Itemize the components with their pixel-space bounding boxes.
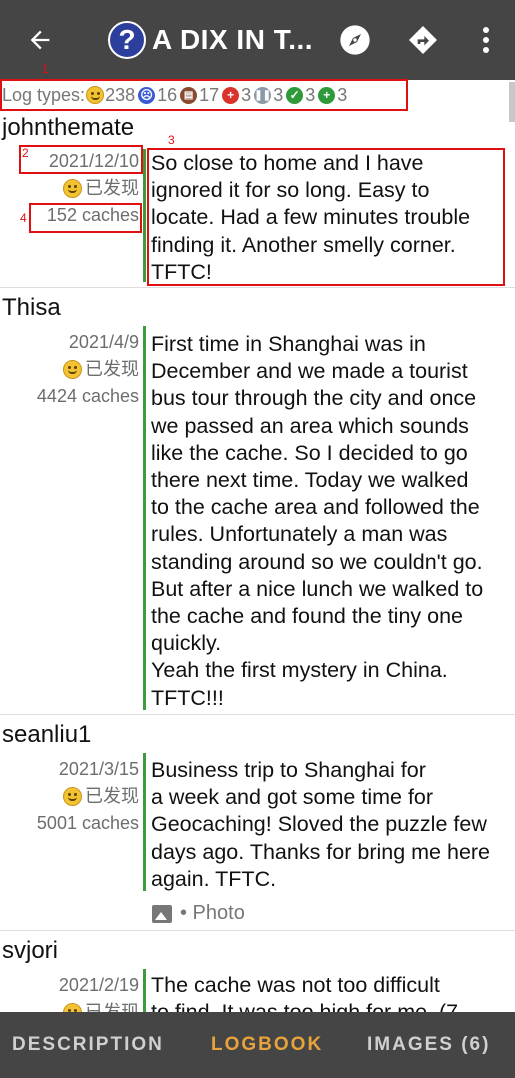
compass-button[interactable] <box>321 0 389 80</box>
found-smiley-icon <box>63 787 82 806</box>
back-button[interactable] <box>0 0 80 80</box>
compass-icon <box>340 25 370 55</box>
mystery-cache-icon: ? <box>108 21 146 59</box>
log-date: 2021/4/9 <box>68 332 139 352</box>
annotation-box-1 <box>0 79 408 111</box>
image-icon <box>152 904 172 923</box>
annotation-number: 3 <box>168 133 175 147</box>
more-options-button[interactable] <box>457 0 515 80</box>
log-text: First time in Shanghai was in December a… <box>151 332 484 710</box>
log-author[interactable]: svjori <box>2 937 58 965</box>
annotation-box-3 <box>147 148 505 286</box>
log-type-bar <box>143 326 146 710</box>
log-type-bar <box>143 753 146 891</box>
finder-cache-count: 4424 caches <box>36 386 139 406</box>
found-smiley-icon <box>63 179 82 198</box>
log-entry[interactable]: seanliu1 2021/3/15 已发现 5001 caches Busin… <box>0 715 515 931</box>
annotation-box-2 <box>19 145 143 174</box>
found-smiley-icon <box>63 360 82 379</box>
log-date: 2021/2/19 <box>58 975 139 995</box>
log-entry[interactable]: Thisa 2021/4/9 已发现 4424 caches First tim… <box>0 288 515 715</box>
annotation-number: 2 <box>22 146 29 160</box>
appbar-actions <box>321 0 515 80</box>
navigate-icon <box>409 26 437 54</box>
log-date: 2021/3/15 <box>58 759 139 779</box>
log-text: Business trip to Shanghai for a week and… <box>151 758 491 891</box>
tab-description[interactable]: DESCRIPTION <box>12 1012 164 1078</box>
finder-cache-count: 5001 caches <box>36 813 139 833</box>
log-type: 已发现 <box>0 783 139 810</box>
log-type: 已发现 <box>0 175 139 202</box>
bottom-tab-bar: DESCRIPTION LOGBOOK IMAGES (6) <box>0 1012 515 1078</box>
tab-logbook[interactable]: LOGBOOK <box>211 1012 323 1078</box>
title-area[interactable]: ? A DIX IN T... <box>80 0 313 80</box>
log-author[interactable]: johnthemate <box>2 114 134 142</box>
navigate-button[interactable] <box>389 0 457 80</box>
log-type-bar <box>143 149 146 282</box>
annotation-number: 1 <box>42 62 49 76</box>
log-meta: 2021/3/15 已发现 5001 caches <box>0 756 139 837</box>
page-title: A DIX IN T... <box>152 24 314 55</box>
log-author[interactable]: Thisa <box>2 294 61 322</box>
tab-images[interactable]: IMAGES (6) <box>367 1012 490 1078</box>
annotation-box-4 <box>29 203 142 233</box>
annotation-number: 4 <box>20 211 27 225</box>
log-type: 已发现 <box>0 356 139 383</box>
top-app-bar: ? A DIX IN T... <box>0 0 515 80</box>
log-photo-link[interactable]: • Photo <box>152 902 245 925</box>
back-arrow-icon <box>30 30 50 50</box>
log-author[interactable]: seanliu1 <box>2 721 91 749</box>
more-vert-icon <box>483 27 489 53</box>
log-meta: 2021/4/9 已发现 4424 caches <box>0 329 139 410</box>
